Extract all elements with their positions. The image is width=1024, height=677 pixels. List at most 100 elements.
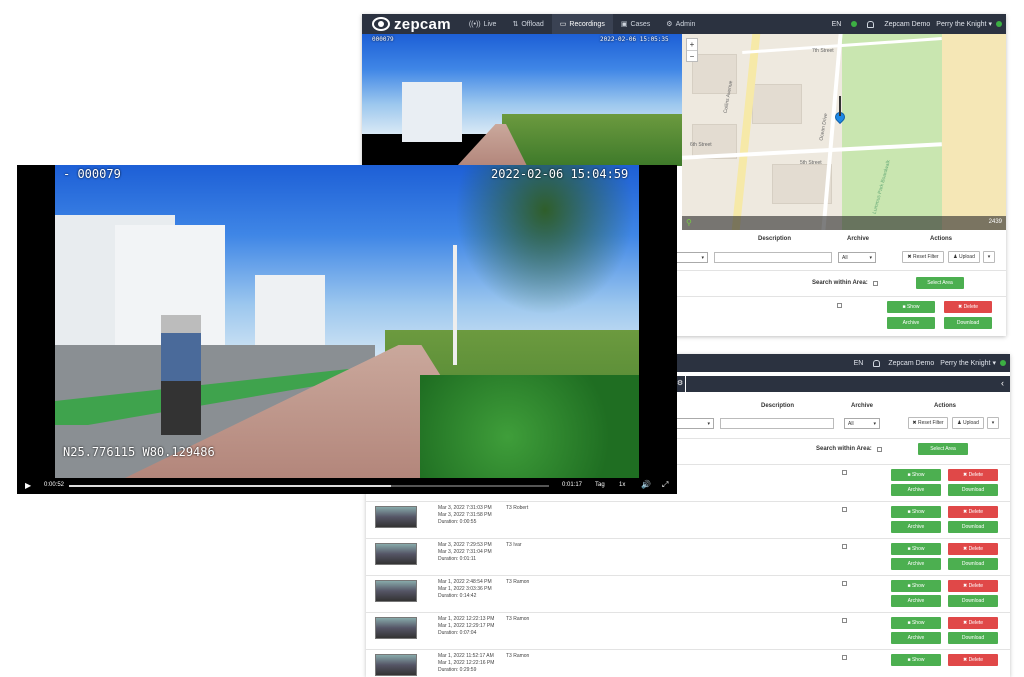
download-button[interactable]: Download [948,521,998,533]
table-row[interactable]: Mar 1, 2022 2:48:54 PM Mar 1, 2022 3:03:3… [366,575,1010,612]
upload-button[interactable]: ♟ Upload [948,251,980,263]
reset-filter-button[interactable]: ✖ Reset Filter [908,417,948,429]
row-checkbox[interactable] [842,655,847,660]
recording-user: T3 Ramon [506,653,530,659]
filter-select[interactable]: ▾ [674,252,708,263]
archive-filter-select[interactable]: All ▾ [838,252,876,263]
building-far [255,275,325,355]
more-dropdown-button[interactable]: ▾ [987,417,999,429]
map-label: Ocean Drive [818,112,830,142]
delete-button[interactable]: ✖ Delete [948,506,998,518]
bell-icon[interactable] [873,359,881,367]
upload-button[interactable]: ♟ Upload [952,417,984,429]
download-button[interactable]: Download [948,484,998,496]
recording-thumbnail[interactable] [375,617,417,639]
row-checkbox[interactable] [842,618,847,623]
chevron-down-icon: ▾ [987,254,991,260]
bush [420,375,639,478]
delete-button[interactable]: ✖ Delete [948,654,998,666]
volume-icon[interactable]: 🔊 [641,480,651,489]
show-button[interactable]: ■ Show [891,469,941,481]
filter-select[interactable]: ▾ [676,418,714,429]
chevron-left-icon[interactable]: ‹ [1001,378,1004,388]
map-timeline-bar[interactable]: ⚲ 2439 [682,216,1006,230]
show-button[interactable]: ■ Show [891,506,941,518]
recording-thumbnail[interactable] [375,580,417,602]
archive-button[interactable]: Archive [891,632,941,644]
delete-button[interactable]: ✖ Delete [948,580,998,592]
nav-offload[interactable]: ⇅ Offload [504,14,551,34]
bell-icon[interactable] [867,20,875,28]
cases-icon: ▣ [620,21,628,28]
archive-button[interactable]: Archive [891,521,941,533]
show-button[interactable]: ■ Show [887,301,935,313]
language-selector[interactable]: EN [832,21,842,28]
row-checkbox[interactable] [837,303,842,308]
user-menu[interactable]: Perry the Knight [936,21,986,28]
archive-button[interactable]: Archive [891,558,941,570]
more-dropdown-button[interactable]: ▾ [983,251,995,263]
playback-speed-button[interactable]: 1x [619,482,625,488]
recordings-icon: ▭ [559,21,567,28]
nav-cases[interactable]: ▣ Cases [613,14,658,34]
delete-button[interactable]: ✖ Delete [948,469,998,481]
delete-button[interactable]: ✖ Delete [948,617,998,629]
chevron-down-icon[interactable]: ▾ [988,20,992,28]
seek-bar[interactable] [69,485,549,487]
recording-thumbnail[interactable] [375,543,417,565]
download-button[interactable]: Download [948,595,998,607]
table-row[interactable]: Mar 3, 2022 7:29:53 PM Mar 3, 2022 7:31:0… [366,538,1010,575]
search-within-area-checkbox[interactable] [873,281,878,286]
recording-thumbnail[interactable] [375,654,417,676]
table-row[interactable]: Mar 1, 2022 11:52:17 AM Mar 1, 2022 12:22… [366,649,1010,677]
column-header-actions: Actions [934,403,957,409]
archive-filter-select[interactable]: All ▾ [844,418,880,429]
zoom-in-button[interactable]: + [687,39,697,50]
location-pin-icon: ⚲ [686,218,692,227]
offload-icon: ⇅ [512,21,519,28]
org-name: Zepcam Demo [884,20,931,28]
delete-button[interactable]: ✖ Delete [948,543,998,555]
delete-button[interactable]: ✖ Delete [944,301,992,313]
show-button[interactable]: ■ Show [891,543,941,555]
play-icon[interactable]: ▶ [25,481,31,490]
description-filter-input[interactable] [714,252,832,263]
row-checkbox[interactable] [842,470,847,475]
download-button[interactable]: Download [944,317,992,329]
row-checkbox[interactable] [842,507,847,512]
gear-icon: ⚙ [666,21,673,28]
user-menu[interactable]: Perry the Knight [940,360,990,367]
reset-filter-button[interactable]: ✖ Reset Filter [902,251,944,263]
video-grass [502,114,682,166]
park-area [842,34,942,230]
recording-thumbnail[interactable] [375,506,417,528]
archive-button[interactable]: Archive [891,595,941,607]
show-button[interactable]: ■ Show [891,654,941,666]
map-view[interactable]: 6th Street Collins Avenue Ocean Drive 7t… [682,34,1006,230]
row-checkbox[interactable] [842,544,847,549]
show-button[interactable]: ■ Show [891,617,941,629]
select-area-button[interactable]: Select Area [916,277,964,289]
table-row[interactable]: Mar 3, 2022 7:31:03 PM Mar 3, 2022 7:31:5… [366,501,1010,538]
nav-recordings[interactable]: ▭ Recordings [551,14,613,34]
show-button[interactable]: ■ Show [891,580,941,592]
zoom-out-button[interactable]: − [687,50,697,62]
chevron-down-icon[interactable]: ▾ [992,359,996,367]
archive-button[interactable]: Archive [887,317,935,329]
video-player[interactable]: - 000079 2022-02-06 15:04:59 N25.776115 … [17,165,677,494]
select-area-button[interactable]: Select Area [918,443,968,455]
archive-button[interactable]: Archive [891,484,941,496]
row-checkbox[interactable] [842,581,847,586]
nav-admin[interactable]: ⚙ Admin [658,14,703,34]
zepcam-logo[interactable]: zepcam [362,16,461,33]
video-preview-small[interactable]: 000079 2022-02-06 15:05:35 [362,34,682,166]
description-filter-input[interactable] [720,418,834,429]
table-row[interactable]: Mar 1, 2022 12:22:13 PM Mar 1, 2022 12:29… [366,612,1010,649]
download-button[interactable]: Download [948,632,998,644]
search-within-area-checkbox[interactable] [877,447,882,452]
nav-live[interactable]: ((•)) Live [461,14,505,34]
fullscreen-icon[interactable]: ⤢ [662,480,668,490]
language-selector[interactable]: EN [854,360,864,367]
download-button[interactable]: Download [948,558,998,570]
tag-button[interactable]: Tag [595,482,605,488]
